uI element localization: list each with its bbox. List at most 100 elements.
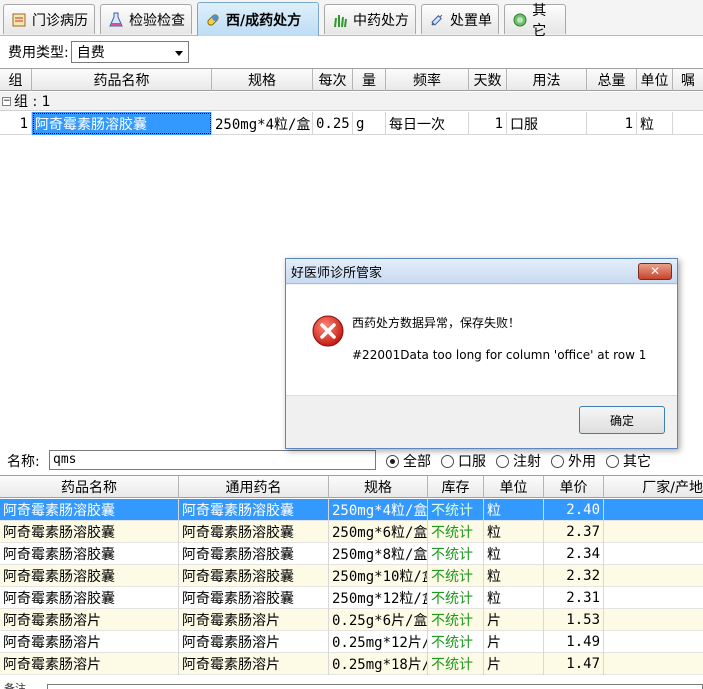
tab-other[interactable]: 其它 — [504, 3, 566, 39]
cell-price[interactable]: 1.49 — [544, 631, 604, 653]
cell-unit[interactable]: 片 — [484, 609, 544, 631]
col-header-drug-name[interactable]: 药品名称 — [0, 476, 179, 498]
cell-drug-name[interactable]: 阿奇霉素肠溶片 — [0, 631, 179, 653]
dialog-titlebar[interactable]: 好医师诊所管家 ✕ — [286, 259, 677, 284]
col-header-days[interactable]: 天数 — [469, 69, 507, 91]
close-button[interactable]: ✕ — [638, 262, 672, 280]
cell-spec[interactable]: 0.25mg*18片/盒 — [329, 653, 428, 675]
cell-price[interactable]: 1.47 — [544, 653, 604, 675]
cell-drug-name[interactable]: 阿奇霉素肠溶胶囊 — [0, 499, 179, 521]
col-header-stock[interactable]: 库存 — [428, 476, 484, 498]
drug-row[interactable]: 阿奇霉素肠溶胶囊 阿奇霉素肠溶胶囊 250mg*4粒/盒 不统计粒 2.40 — [0, 499, 703, 521]
cell-unit[interactable]: 片 — [484, 631, 544, 653]
radio-other[interactable]: 其它 — [606, 451, 651, 471]
col-header-spec[interactable]: 规格 — [212, 69, 313, 91]
cell-stock[interactable]: 不统计 — [428, 521, 484, 543]
cell-spec[interactable]: 250mg*10粒/盒 — [329, 565, 428, 587]
remark-input[interactable] — [47, 684, 703, 689]
col-header-generic-name[interactable]: 通用药名 — [179, 476, 329, 498]
search-input[interactable]: qms — [49, 450, 376, 470]
cell-unit[interactable]: 粒 — [484, 499, 544, 521]
cell-generic-name[interactable]: 阿奇霉素肠溶胶囊 — [179, 521, 329, 543]
cell-stock[interactable]: 不统计 — [428, 609, 484, 631]
collapse-icon[interactable]: − — [2, 96, 11, 106]
cell-generic-name[interactable]: 阿奇霉素肠溶胶囊 — [179, 499, 329, 521]
drug-row[interactable]: 阿奇霉素肠溶片阿奇霉素肠溶片0.25mg*18片/盒不统计片1.47 — [0, 653, 703, 675]
cell-spec[interactable]: 250mg*12粒/盒 — [329, 587, 428, 609]
cell-spec[interactable]: 250mg*4粒/盒 — [212, 112, 313, 135]
col-header-amount-unit[interactable]: 量 — [353, 69, 386, 91]
cell-days[interactable]: 1 — [469, 112, 507, 135]
cell-amount-unit[interactable]: g — [353, 112, 386, 135]
cell-unit[interactable]: 片 — [484, 653, 544, 675]
cell-spec[interactable]: 0.25mg*12片/盒 — [329, 631, 428, 653]
col-header-drug-name[interactable]: 药品名称 — [32, 69, 212, 91]
cell-manufacturer[interactable] — [604, 609, 703, 631]
cell-price[interactable]: 1.53 — [544, 609, 604, 631]
drug-row[interactable]: 阿奇霉素肠溶胶囊 阿奇霉素肠溶胶囊 250mg*8粒/盒 不统计粒 2.34 — [0, 543, 703, 565]
col-header-total[interactable]: 总量 — [587, 69, 637, 91]
col-header-unit[interactable]: 单位 — [637, 69, 673, 91]
col-header-frequency[interactable]: 频率 — [386, 69, 469, 91]
col-header-dose[interactable]: 每次 — [313, 69, 353, 91]
cell-unit[interactable]: 粒 — [637, 112, 673, 135]
radio-circle[interactable] — [496, 454, 509, 468]
tab-chinese-rx[interactable]: 中药处方 — [324, 4, 416, 34]
fee-type-select[interactable]: 自费 — [70, 41, 189, 63]
radio-circle[interactable] — [441, 454, 454, 468]
radio-oral[interactable]: 口服 — [441, 451, 486, 471]
col-header-group[interactable]: 组 — [0, 69, 32, 91]
cell-unit[interactable]: 粒 — [484, 587, 544, 609]
cell-drug-name[interactable]: 阿奇霉素肠溶胶囊 — [0, 587, 179, 609]
cell-unit[interactable]: 粒 — [484, 521, 544, 543]
cell-price[interactable]: 2.37 — [544, 521, 604, 543]
col-header-usage[interactable]: 用法 — [507, 69, 587, 91]
cell-stock[interactable]: 不统计 — [428, 587, 484, 609]
cell-manufacturer[interactable] — [604, 521, 703, 543]
ok-button[interactable]: 确定 — [579, 406, 665, 434]
cell-group[interactable]: 1 — [0, 112, 32, 135]
cell-usage[interactable]: 口服 — [507, 112, 587, 135]
col-header-instruction[interactable]: 嘱 — [673, 69, 703, 91]
cell-price[interactable]: 2.31 — [544, 587, 604, 609]
radio-circle-checked[interactable] — [386, 454, 399, 468]
cell-spec[interactable]: 250mg*8粒/盒 — [329, 543, 428, 565]
cell-instruction[interactable] — [673, 112, 703, 135]
col-header-price[interactable]: 单价 — [544, 476, 604, 498]
cell-frequency[interactable]: 每日一次 — [386, 112, 469, 135]
radio-circle[interactable] — [551, 454, 564, 468]
prescription-row[interactable]: 1 阿奇霉素肠溶胶囊 250mg*4粒/盒 0.25 g 每日一次 1 口服 1… — [0, 112, 703, 135]
cell-generic-name[interactable]: 阿奇霉素肠溶胶囊 — [179, 543, 329, 565]
cell-stock[interactable]: 不统计 — [428, 631, 484, 653]
cell-generic-name[interactable]: 阿奇霉素肠溶片 — [179, 609, 329, 631]
tab-treatment-order[interactable]: 处置单 — [421, 4, 499, 34]
cell-generic-name[interactable]: 阿奇霉素肠溶片 — [179, 631, 329, 653]
tab-outpatient-record[interactable]: 门诊病历 — [3, 4, 95, 34]
cell-manufacturer[interactable] — [604, 565, 703, 587]
cell-generic-name[interactable]: 阿奇霉素肠溶胶囊 — [179, 587, 329, 609]
cell-generic-name[interactable]: 阿奇霉素肠溶片 — [179, 653, 329, 675]
cell-price[interactable]: 2.34 — [544, 543, 604, 565]
drug-row[interactable]: 阿奇霉素肠溶胶囊 阿奇霉素肠溶胶囊 250mg*6粒/盒 不统计粒 2.37 — [0, 521, 703, 543]
radio-all[interactable]: 全部 — [386, 451, 431, 471]
cell-dose[interactable]: 0.25 — [313, 112, 353, 135]
cell-generic-name[interactable]: 阿奇霉素肠溶胶囊 — [179, 565, 329, 587]
cell-drug-name[interactable]: 阿奇霉素肠溶胶囊 — [0, 521, 179, 543]
drug-row[interactable]: 阿奇霉素肠溶胶囊 阿奇霉素肠溶胶囊 250mg*10粒/盒 不统计粒 2.32 — [0, 565, 703, 587]
cell-stock[interactable]: 不统计 — [428, 543, 484, 565]
cell-manufacturer[interactable] — [604, 543, 703, 565]
cell-total[interactable]: 1 — [587, 112, 637, 135]
radio-circle[interactable] — [606, 454, 619, 468]
cell-manufacturer[interactable] — [604, 499, 703, 521]
cell-unit[interactable]: 粒 — [484, 543, 544, 565]
cell-price[interactable]: 2.40 — [544, 499, 604, 521]
col-header-unit[interactable]: 单位 — [484, 476, 544, 498]
cell-manufacturer[interactable] — [604, 587, 703, 609]
cell-drug-name[interactable]: 阿奇霉素肠溶胶囊 — [0, 543, 179, 565]
cell-drug-name[interactable]: 阿奇霉素肠溶胶囊 — [0, 565, 179, 587]
drug-row[interactable]: 阿奇霉素肠溶片阿奇霉素肠溶片0.25mg*12片/盒不统计片1.49 — [0, 631, 703, 653]
cell-manufacturer[interactable] — [604, 631, 703, 653]
drug-row[interactable]: 阿奇霉素肠溶胶囊 阿奇霉素肠溶胶囊 250mg*12粒/盒 不统计粒 2.31 — [0, 587, 703, 609]
cell-stock[interactable]: 不统计 — [428, 653, 484, 675]
group-row[interactable]: − 组 : 1 — [0, 92, 703, 111]
